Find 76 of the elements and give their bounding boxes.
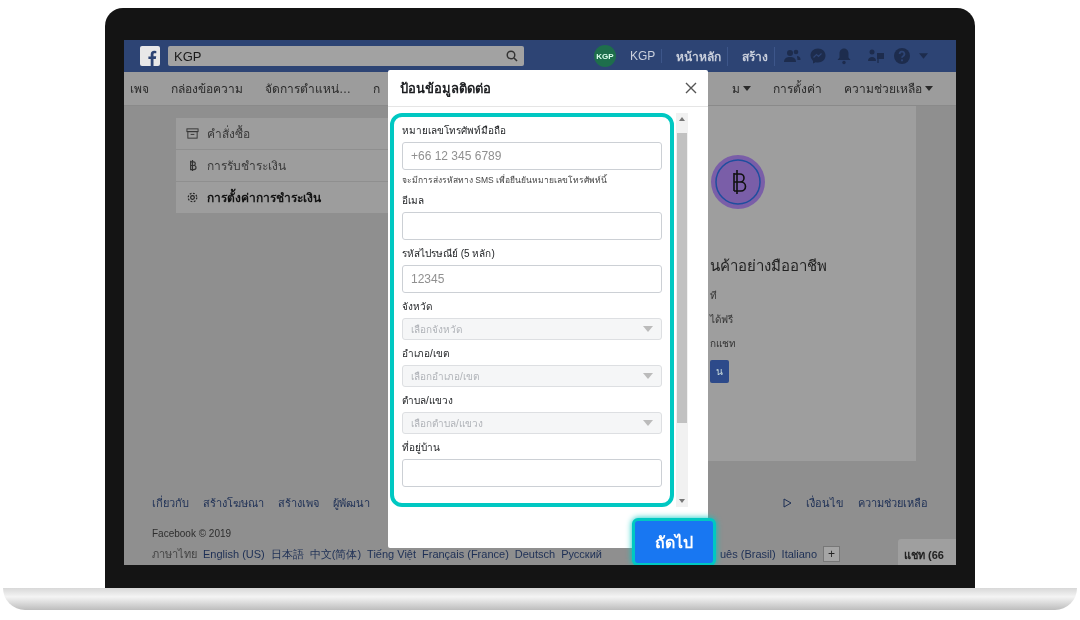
field-label: รหัสไปรษณีย์ (5 หลัก) bbox=[402, 247, 496, 261]
friends-icon[interactable] bbox=[783, 47, 802, 65]
language-link[interactable]: Tiếng Việt bbox=[367, 548, 416, 560]
more-languages-button[interactable]: + bbox=[823, 546, 841, 562]
field-hint: จะมีการส่งรหัสทาง SMS เพื่อยืนยันหมายเลขโทรศัพท์นี้ bbox=[402, 173, 609, 187]
nav-tab[interactable]: ก bbox=[373, 79, 380, 98]
dialog-title: ป้อนข้อมูลติดต่อ bbox=[400, 79, 491, 99]
dropdown-arrow-icon bbox=[643, 326, 653, 332]
dropdown-arrow-icon bbox=[643, 373, 653, 379]
scroll-down-icon[interactable] bbox=[679, 499, 685, 503]
footer-link[interactable]: สร้างเพจ bbox=[278, 494, 319, 512]
nav-tab[interactable]: กล่องข้อความ bbox=[171, 79, 243, 98]
archive-box-icon bbox=[186, 127, 199, 140]
close-button[interactable] bbox=[684, 81, 698, 95]
language-link[interactable]: Deutsch bbox=[514, 548, 556, 560]
language-link[interactable]: Русский bbox=[561, 548, 602, 560]
search-field[interactable]: KGP bbox=[168, 46, 524, 66]
language-link[interactable]: English (US) bbox=[203, 548, 265, 560]
scroll-up-icon[interactable] bbox=[679, 117, 685, 121]
field-label: ที่อยู่บ้าน bbox=[402, 440, 441, 455]
field-label: หมายเลขโทรศัพท์มือถือ bbox=[402, 124, 507, 138]
language-link[interactable]: ภาษาไทย bbox=[152, 545, 197, 563]
language-link[interactable]: 日本語 bbox=[270, 546, 304, 562]
baht-coin-icon bbox=[710, 154, 766, 210]
top-link[interactable]: หน้าหลัก bbox=[670, 46, 729, 66]
language-link[interactable]: uês (Brasil) bbox=[720, 548, 776, 560]
footer-link[interactable]: เงื่อนไข bbox=[806, 494, 844, 512]
caret-icon bbox=[925, 86, 933, 91]
input-field[interactable] bbox=[402, 212, 662, 240]
copyright-text: Facebook © 2019 bbox=[152, 528, 233, 539]
promo-button[interactable]: น bbox=[710, 360, 729, 383]
sidebar-label: การรับชำระเงิน bbox=[207, 158, 286, 175]
footer-link[interactable]: สร้างโฆษณา bbox=[203, 494, 264, 512]
sidebar-item[interactable]: การรับชำระเงิน bbox=[176, 150, 388, 182]
footer-link[interactable]: เกี่ยวกับ bbox=[152, 494, 189, 512]
language-link[interactable]: Français (France) bbox=[422, 548, 509, 560]
sidebar-label: การตั้งค่าการชำระเงิน bbox=[207, 188, 321, 207]
top-link[interactable]: สร้าง bbox=[736, 46, 776, 66]
sidebar-item[interactable]: คำสั่งซื้อ bbox=[176, 118, 388, 150]
person-flag-icon[interactable] bbox=[867, 47, 886, 65]
caret-icon bbox=[743, 86, 751, 91]
sidebar-label: คำสั่งซื้อ bbox=[207, 124, 250, 143]
profile-link[interactable]: KGP bbox=[624, 49, 663, 63]
field-label: จังหวัด bbox=[402, 300, 433, 314]
field-label: อีเมล bbox=[402, 194, 425, 208]
chat-tab[interactable]: แชท (66 bbox=[898, 539, 956, 565]
field-label: อำเภอ/เขต bbox=[402, 347, 450, 361]
nav-tab[interactable]: ความช่วยเหลือ bbox=[844, 79, 933, 98]
language-link[interactable]: Italiano bbox=[781, 548, 818, 560]
nav-tab[interactable]: การตั้งค่า bbox=[773, 79, 822, 98]
nav-tab[interactable]: เพจ bbox=[130, 79, 149, 98]
language-link[interactable]: 中文(简体) bbox=[309, 546, 362, 562]
scrollbar[interactable] bbox=[676, 113, 688, 507]
input-field[interactable] bbox=[402, 459, 662, 487]
promo-text: ที bbox=[710, 289, 717, 302]
input-field[interactable]: +66 12 345 6789 bbox=[402, 142, 662, 170]
ad-choices-icon[interactable] bbox=[782, 498, 792, 508]
dropdown-arrow-icon bbox=[643, 420, 653, 426]
footer-link[interactable]: ผู้พัฒนา bbox=[333, 494, 370, 512]
footer-link[interactable]: ความช่วยเหลือ bbox=[858, 494, 928, 512]
next-button[interactable]: ถัดไป bbox=[632, 518, 716, 565]
sidebar-item[interactable]: การตั้งค่าการชำระเงิน bbox=[176, 182, 388, 214]
caret-icon[interactable] bbox=[919, 53, 929, 59]
search-icon[interactable] bbox=[506, 50, 518, 62]
nav-tab[interactable]: ม bbox=[732, 79, 751, 98]
help-icon[interactable] bbox=[893, 47, 912, 65]
logo-icon[interactable] bbox=[140, 46, 160, 66]
promo-text: ได้ฟรี bbox=[710, 313, 733, 326]
messenger-icon[interactable] bbox=[809, 47, 828, 65]
field-label: ตำบล/แขวง bbox=[402, 394, 454, 408]
profile-avatar[interactable]: KGP bbox=[594, 45, 616, 67]
promo-title: นค้าอย่างมืออาชีพ bbox=[710, 256, 827, 276]
promo-text: กแชท bbox=[710, 337, 736, 350]
input-field[interactable]: 12345 bbox=[402, 265, 662, 293]
settings-icon bbox=[186, 191, 199, 204]
nav-tab[interactable]: จัดการตำแหน่… bbox=[265, 79, 351, 98]
